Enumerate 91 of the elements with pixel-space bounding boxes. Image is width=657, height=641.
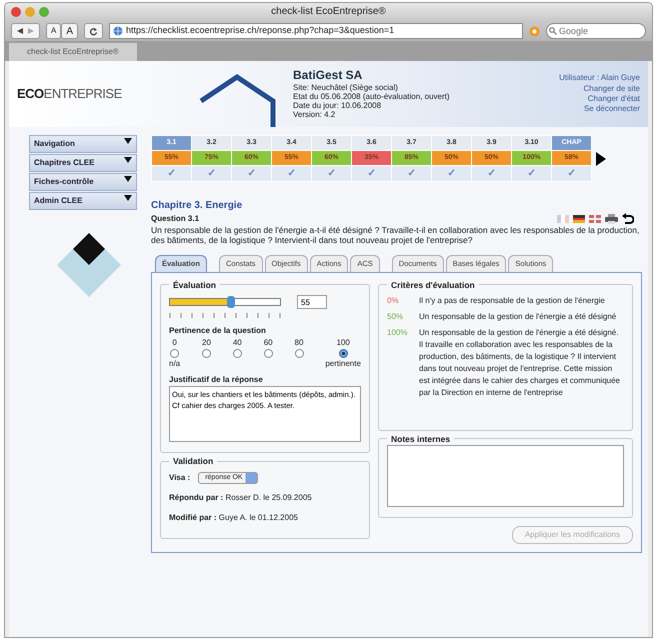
sidebar-menu[interactable]: Admin CLEE [29, 192, 137, 210]
header-link[interactable]: Changer d'état [559, 94, 640, 104]
dropdown-icon [124, 157, 132, 163]
check-cell: ✓ [392, 166, 432, 182]
check-cell: ✓ [272, 166, 312, 182]
radio-value: 80 [294, 337, 304, 350]
field-value: Rosser D. le 25.09.2005 [225, 493, 312, 502]
radio-button[interactable] [294, 349, 304, 358]
radio-caption: n/a [169, 358, 180, 370]
sidebar-menu[interactable]: Fiches-contrôle [29, 173, 137, 191]
criteria-percent: 100% [387, 327, 408, 340]
radio-caption: pertinente [325, 358, 361, 370]
criteria-percent: 0% [387, 295, 400, 308]
check-cell: ✓ [472, 166, 512, 182]
criteria-text: Un responsable de la gestion de l'énergie a été désigné [419, 311, 616, 324]
slider-track[interactable] [169, 298, 281, 306]
back-forward-button[interactable] [11, 23, 40, 39]
reload-icon[interactable] [89, 26, 98, 36]
dropdown-icon [124, 138, 132, 144]
field-label: Modifié par : [169, 513, 217, 522]
sidebar-menu[interactable]: Chapitres CLEE [29, 154, 137, 172]
forward-icon[interactable] [27, 27, 35, 35]
sidebar-menu[interactable]: Navigation [29, 135, 137, 153]
dropdown-icon [124, 176, 132, 182]
criteria-text: Il n'y a pas de responsable de la gestion de l'énergie [419, 295, 605, 308]
fieldset-legend: Évaluation [169, 280, 220, 290]
fieldset-legend: Critères d'évaluation [387, 280, 479, 290]
window-title: check-list EcoEntreprise® [271, 6, 386, 17]
search-icon [549, 27, 557, 35]
criteria-text: Un responsable de la gestion de l'énergie a été désigné. Il travaille en collaboration avec les responsables de la production, des bâtiments, de la logistique ? Il intervient dans tout nouveau projet de l'entreprise. Cette mission est intégrée dans le cahier des charges et communiquée par la Direction en interne de l'entreprise [419, 327, 622, 400]
fieldset-legend: Validation [169, 457, 218, 466]
printer-icon[interactable] [605, 214, 618, 224]
pertinence-title: Pertinence de la question [169, 325, 267, 338]
header-link[interactable]: Changer de site [559, 84, 640, 94]
radio-value: 100 [336, 337, 350, 350]
question-text: Un responsable de la gestion de l'énergie a-t-il été désigné ? Travaille-t-il en collaboration avec les responsables de la production, des bâtiments, de la logistique ? Intervient-il dans tout nouveau projet de l'entreprise? [151, 225, 640, 246]
value-field[interactable]: 55 [297, 295, 327, 310]
check-cell: ✓ [152, 166, 192, 182]
zoom-button[interactable] [39, 7, 49, 17]
flag-icon[interactable] [589, 215, 601, 223]
user-name: Alain Guye [600, 73, 640, 82]
radio-button[interactable] [338, 349, 348, 358]
question-label: Question 3.1 [151, 213, 200, 225]
undo-icon[interactable] [622, 213, 634, 225]
reload-button[interactable] [84, 23, 104, 39]
house-icon [197, 71, 277, 127]
font-size-button[interactable]: A [46, 23, 62, 39]
header-link[interactable]: Se déconnecter [559, 104, 640, 115]
url-text: https://checklist.ecoentreprise.ch/reponse.php?chap=3&question=1 [126, 24, 394, 38]
radio-value: 20 [202, 337, 211, 350]
company-detail: Version: 4.2 [293, 110, 336, 120]
rss-icon[interactable] [529, 26, 540, 36]
check-cell: ✓ [352, 166, 392, 182]
justification-label: Justificatif de la réponse [169, 374, 264, 386]
check-cell: ✓ [312, 166, 352, 182]
browser-tab[interactable]: check-list EcoEntreprise® [9, 43, 137, 61]
radio-button[interactable] [232, 349, 242, 358]
search-field[interactable]: Google [546, 23, 646, 39]
radio-value: 40 [232, 337, 242, 350]
logo-text: ECOENTREPRISE [17, 85, 123, 104]
criteria-percent: 50% [387, 311, 404, 324]
flag-icon[interactable] [573, 215, 585, 223]
radio-button[interactable] [170, 349, 180, 358]
company-detail: Site: Neuchâtel (Siège social) [293, 82, 398, 92]
next-arrow-icon[interactable] [596, 152, 606, 166]
visa-label: Visa : [169, 472, 190, 484]
field-label: Répondu par : [169, 493, 224, 502]
company-name: BatiGest SA [293, 68, 364, 83]
check-cell: ✓ [552, 166, 592, 182]
back-icon[interactable] [16, 27, 24, 35]
globe-icon [113, 26, 124, 36]
radio-button[interactable] [264, 349, 273, 358]
check-cell: ✓ [192, 166, 232, 182]
check-cell: ✓ [232, 166, 272, 182]
slider-thumb[interactable] [226, 296, 234, 308]
radio-value: 60 [264, 337, 273, 350]
dropdown-icon [124, 195, 132, 201]
fieldset-legend: Notes internes [387, 434, 454, 444]
radio-button[interactable] [202, 349, 211, 358]
company-detail: Etat du 05.06.2008 (auto-évaluation, ouvert) [293, 92, 451, 101]
user-label: Utilisateur : [559, 73, 600, 82]
check-cell: ✓ [512, 166, 552, 182]
check-cell: ✓ [432, 166, 472, 182]
notes-field[interactable] [387, 445, 624, 508]
field-value: Guye A. le 01.12.2005 [218, 513, 298, 522]
font-size-button[interactable]: A [61, 23, 78, 39]
address-field[interactable]: https://checklist.ecoentreprise.ch/reponse.php?chap=3&question=1 [109, 23, 523, 39]
chapter-title: Chapitre 3. Energie [151, 199, 242, 213]
radio-value: 0 [172, 337, 177, 350]
company-detail: Date du jour: 10.06.2008 [293, 100, 382, 110]
close-button[interactable] [11, 7, 21, 17]
